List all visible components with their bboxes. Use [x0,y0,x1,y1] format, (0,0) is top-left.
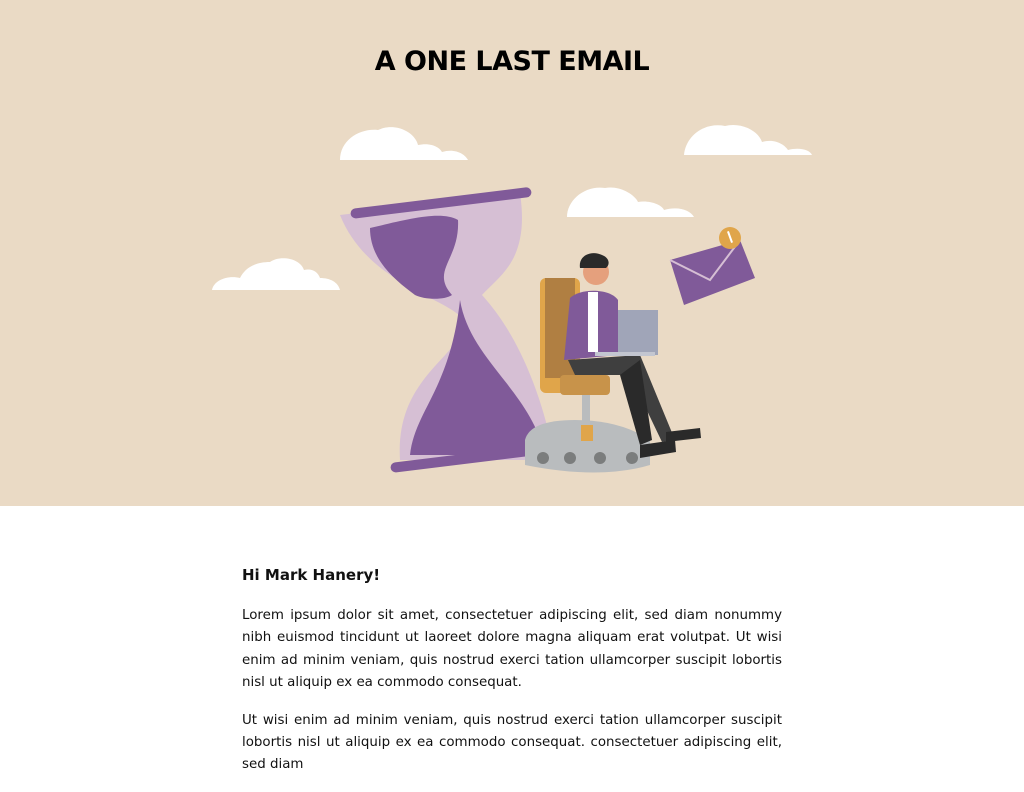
email-body: Hi Mark Hanery! Lorem ipsum dolor sit am… [242,566,782,792]
page-title: A ONE LAST EMAIL [374,46,650,77]
greeting: Hi Mark Hanery! [242,566,381,584]
paragraph: Lorem ipsum dolor sit amet, consectetuer… [242,608,782,691]
paragraph: Ut wisi enim ad minim veniam, quis nostr… [242,712,782,773]
envelope-icon [669,227,755,305]
hero-banner: A ONE LAST EMAIL [0,0,1024,506]
hourglass-person-laptop-email-illustration [212,124,812,473]
